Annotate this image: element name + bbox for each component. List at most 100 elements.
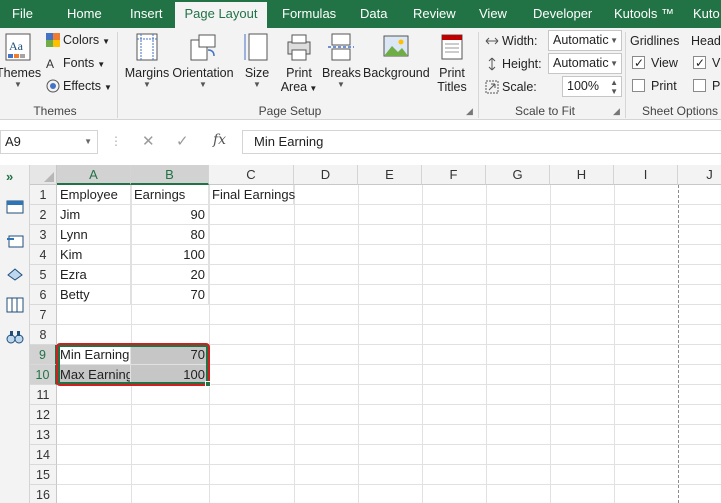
page-size-icon [244,33,268,61]
width-select[interactable]: Automatic ▼ [548,30,622,51]
row-header-1[interactable]: 1 [30,185,57,205]
cell-b1[interactable]: Earnings [131,185,209,205]
column-header-i[interactable]: I [614,165,678,185]
column-header-g[interactable]: G [486,165,550,185]
row-header-8[interactable]: 8 [30,325,57,345]
column-header-e[interactable]: E [358,165,422,185]
row-header-11[interactable]: 11 [30,385,57,405]
row-header-4[interactable]: 4 [30,245,57,265]
row-header-15[interactable]: 15 [30,465,57,485]
themes-button[interactable]: Aa Themes ▼ [0,32,41,90]
insert-function-icon[interactable]: fx [213,132,226,148]
effects-button[interactable]: Effects ▼ [46,76,112,96]
workbook-navigation-icon[interactable] [6,199,24,215]
enter-check-icon[interactable]: ✓ [176,132,189,150]
gridlines-print-checkbox[interactable]: Print [632,77,677,95]
cell-a5[interactable]: Ezra [57,265,131,285]
formula-input[interactable]: Min Earning [242,130,721,154]
tab-page-layout[interactable]: Page Layout [175,0,267,28]
tab-view[interactable]: View [479,0,507,28]
gridlines-heading: Gridlines [630,34,680,48]
column-list-icon[interactable] [6,297,24,313]
scale-icon [485,80,499,94]
column-header-d[interactable]: D [294,165,358,185]
column-header-a[interactable]: A [57,165,131,185]
drag-handle-icon[interactable]: ⋮ [110,134,122,148]
chevron-down-icon: ▼ [610,36,618,45]
row-header-5[interactable]: 5 [30,265,57,285]
cell-a1[interactable]: Employee [57,185,131,205]
print-titles-button[interactable]: Print Titles [433,32,471,94]
print-area-button[interactable]: Print Area ▼ [280,32,318,96]
row-header-14[interactable]: 14 [30,445,57,465]
fill-handle[interactable] [205,381,211,387]
row-header-3[interactable]: 3 [30,225,57,245]
find-binoculars-icon[interactable] [6,329,24,345]
cell-a4[interactable]: Kim [57,245,131,265]
cell-b3[interactable]: 80 [131,225,209,245]
scale-value: 100% [567,79,599,93]
dialog-launcher-icon[interactable]: ◢ [613,106,620,117]
chevron-down-icon: ▼ [253,80,261,89]
tab-insert[interactable]: Insert [130,0,163,28]
tab-home[interactable]: Home [67,0,102,28]
print-area-label-2: Area [280,80,308,94]
orientation-button[interactable]: Orientation ▼ [172,32,234,90]
row-header-7[interactable]: 7 [30,305,57,325]
checkbox-checked-icon [693,54,706,72]
name-box[interactable]: A9 ▼ [0,130,98,154]
tab-kutools[interactable]: Kutools ™ [614,0,674,28]
spinner-arrows-icon[interactable]: ▲ ▼ [610,78,618,96]
cell-b6[interactable]: 70 [131,285,209,305]
column-header-h[interactable]: H [550,165,614,185]
tab-review[interactable]: Review [413,0,456,28]
row-header-10[interactable]: 10 [30,365,57,385]
scale-spinner[interactable]: 100% ▲ ▼ [562,76,622,97]
breaks-button[interactable]: Breaks ▼ [322,32,361,90]
row-header-13[interactable]: 13 [30,425,57,445]
column-header-f[interactable]: F [422,165,486,185]
cell-b4[interactable]: 100 [131,245,209,265]
margins-button[interactable]: Margins ▼ [123,32,171,90]
tab-kutools-plus[interactable]: Kuto [693,0,720,28]
fonts-button[interactable]: A Fonts ▼ [46,53,105,73]
column-header-b[interactable]: B [131,165,209,185]
cancel-icon[interactable]: ✕ [142,132,155,150]
background-button[interactable]: Background [363,32,430,80]
scale-label: Scale: [502,80,537,94]
print-titles-icon [441,34,463,60]
headings-view-checkbox[interactable]: V [693,54,720,72]
print-titles-label-1: Print [439,66,465,80]
tab-file[interactable]: File [12,0,33,28]
cell-b2[interactable]: 90 [131,205,209,225]
tab-formulas[interactable]: Formulas [282,0,336,28]
row-header-12[interactable]: 12 [30,405,57,425]
ribbon: Aa Themes ▼ Colors ▼ A Fonts ▼ Effects ▼ Th… [0,28,721,120]
size-button[interactable]: Size ▼ [240,32,274,90]
row-header-16[interactable]: 16 [30,485,57,503]
clipboard-icon[interactable] [6,265,24,281]
tab-developer[interactable]: Developer [533,0,592,28]
colors-button[interactable]: Colors ▼ [46,30,110,50]
cell-a3[interactable]: Lynn [57,225,131,245]
row-header-9[interactable]: 9 [30,345,57,365]
row-header-6[interactable]: 6 [30,285,57,305]
headings-print-checkbox[interactable]: P [693,77,720,95]
print-area-icon [287,34,311,61]
column-header-j[interactable]: J [678,165,721,185]
row-header-2[interactable]: 2 [30,205,57,225]
tab-data[interactable]: Data [360,0,387,28]
height-select[interactable]: Automatic ▼ [548,53,622,74]
gridlines-view-checkbox[interactable]: View [632,54,678,72]
select-all-button[interactable] [30,165,57,185]
chevron-down-icon: ▼ [307,84,318,93]
cell-b5[interactable]: 20 [131,265,209,285]
effects-label: Effects [63,79,101,93]
cell-a6[interactable]: Betty [57,285,131,305]
cell-c1[interactable]: Final Earnings [209,185,295,205]
expand-pane-icon[interactable]: » [6,169,13,184]
cell-a2[interactable]: Jim [57,205,131,225]
dialog-launcher-icon[interactable]: ◢ [466,106,473,117]
name-manager-icon[interactable] [6,233,24,249]
column-header-c[interactable]: C [209,165,294,185]
